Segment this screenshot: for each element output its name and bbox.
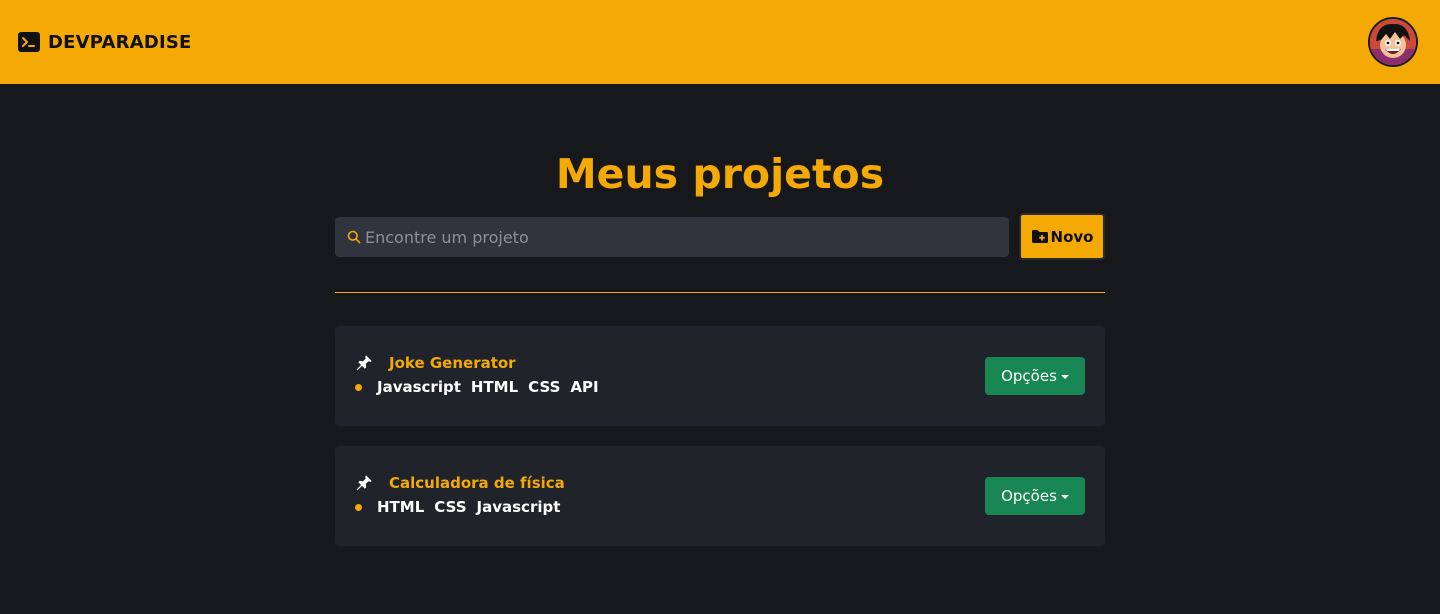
- tag-list: HTML CSS Javascript: [377, 496, 560, 518]
- pin-icon: [355, 474, 373, 492]
- tag: CSS: [434, 498, 467, 516]
- project-name[interactable]: Calculadora de física: [389, 472, 565, 494]
- user-avatar[interactable]: [1368, 17, 1418, 67]
- tag: CSS: [528, 378, 561, 396]
- tag: Javascript: [476, 498, 561, 516]
- tag: HTML: [470, 378, 519, 396]
- options-button[interactable]: Opções: [985, 477, 1085, 515]
- search-box: [335, 217, 1009, 257]
- tag: Javascript: [377, 378, 461, 396]
- pin-icon: [355, 354, 373, 372]
- page-title: Meus projetos: [555, 150, 885, 198]
- search-row: Novo: [335, 213, 1105, 260]
- options-button[interactable]: Opções: [985, 357, 1085, 395]
- options-label: Opções: [1001, 367, 1057, 385]
- tag: HTML: [377, 498, 425, 516]
- status-dot: [355, 384, 362, 391]
- tag: API: [570, 378, 599, 396]
- terminal-icon: [18, 32, 40, 52]
- search-icon: [347, 230, 361, 244]
- caret-down-icon: [1060, 375, 1069, 379]
- project-list: Joke Generator Javascript HTML CSS API O…: [335, 326, 1105, 566]
- brand-name: DEVPARADISE: [48, 31, 192, 53]
- tag-list: Javascript HTML CSS API: [377, 376, 599, 398]
- project-card: Calculadora de física HTML CSS Javascrip…: [335, 446, 1105, 546]
- brand-link[interactable]: DEVPARADISE: [18, 32, 192, 53]
- options-label: Opções: [1001, 487, 1057, 505]
- caret-down-icon: [1060, 495, 1069, 499]
- search-input[interactable]: [365, 219, 985, 255]
- navbar: DEVPARADISE: [0, 0, 1440, 84]
- new-project-button[interactable]: Novo: [1019, 213, 1105, 260]
- divider: [335, 292, 1105, 293]
- status-dot: [355, 504, 362, 511]
- folder-plus-icon: [1031, 229, 1049, 244]
- project-name[interactable]: Joke Generator: [389, 352, 516, 374]
- new-button-label: Novo: [1050, 227, 1094, 246]
- project-card: Joke Generator Javascript HTML CSS API O…: [335, 326, 1105, 426]
